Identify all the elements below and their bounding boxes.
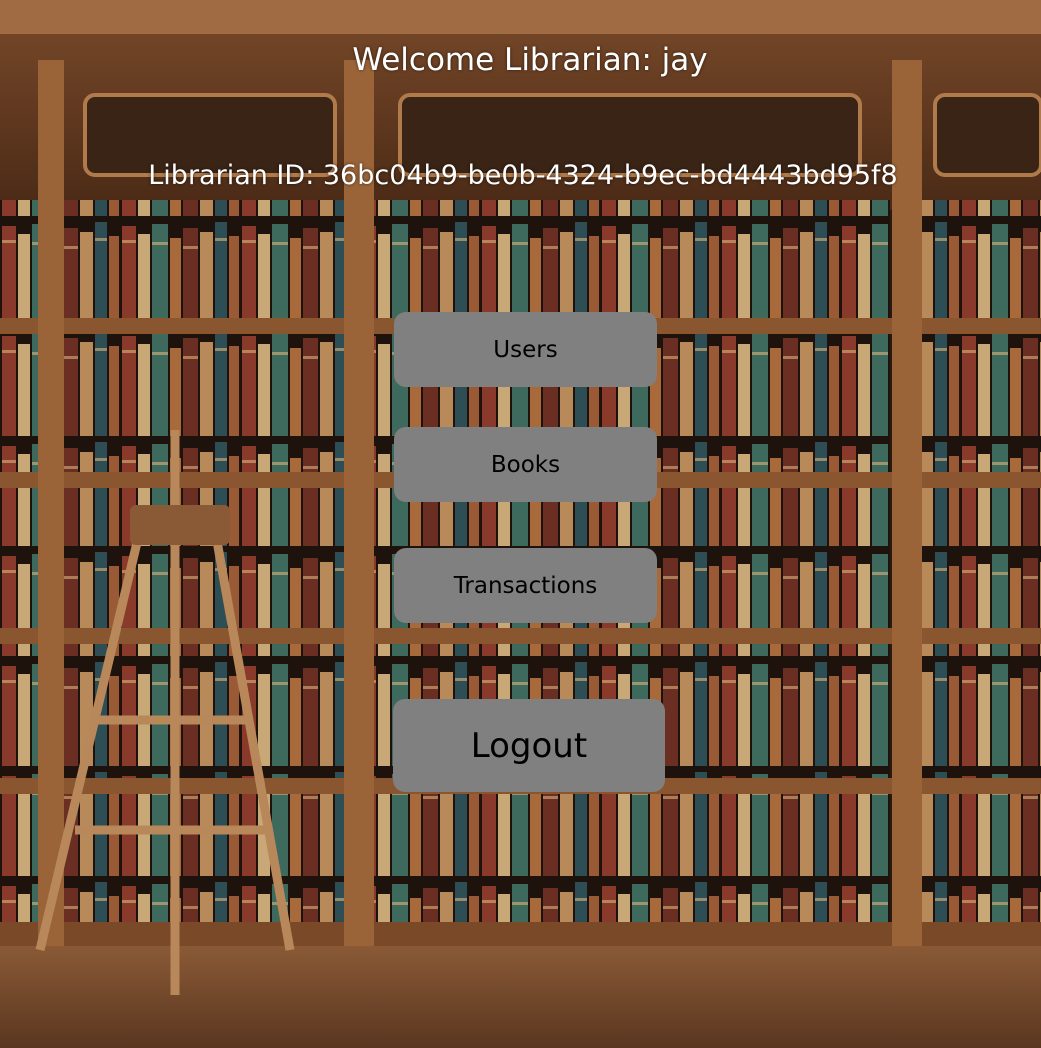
users-button[interactable]: Users bbox=[394, 312, 657, 387]
transactions-button[interactable]: Transactions bbox=[394, 548, 657, 623]
welcome-heading: Welcome Librarian: jay bbox=[352, 42, 708, 78]
books-button[interactable]: Books bbox=[394, 427, 657, 502]
librarian-id-text: Librarian ID: 36bc04b9-be0b-4324-b9ec-bd… bbox=[148, 160, 898, 191]
logout-button[interactable]: Logout bbox=[393, 699, 665, 792]
